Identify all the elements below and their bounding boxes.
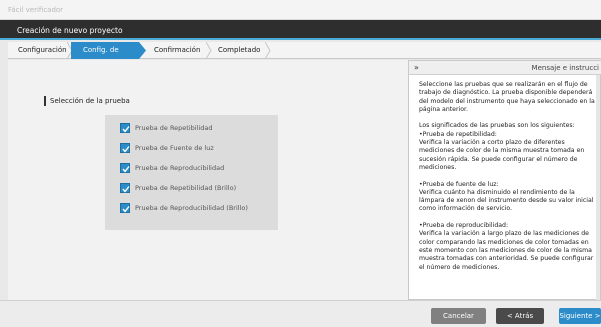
step-config-de-prueba[interactable]: Config. de prueba [71, 42, 139, 71]
checkbox[interactable] [120, 143, 130, 153]
window-title: Fácil verificador [8, 6, 64, 14]
step-label: Confirmación [154, 46, 201, 54]
tests-box: Prueba de Repetibilidad Prueba de Fuente… [105, 115, 278, 230]
section-label: Selección de la prueba [44, 96, 130, 106]
checkmark-icon [122, 146, 130, 153]
step-separator-icon [265, 42, 271, 59]
test-label: Prueba de Repetibilidad [135, 124, 213, 132]
checkbox[interactable] [120, 123, 130, 133]
message-panel-title: Mensaje e instrucci [531, 64, 599, 72]
wizard-steps: Configuración Config. de prueba Confirma… [8, 42, 601, 71]
message-paragraph: Seleccione las pruebas que se realizarán… [419, 81, 595, 113]
message-paragraph: •Prueba de reproducibilidad: Verifica la… [419, 222, 594, 271]
next-button[interactable]: Siguiente > [559, 308, 601, 324]
test-label: Prueba de Repetibilidad (Brillo) [135, 184, 237, 192]
back-button[interactable]: < Atrás [496, 308, 544, 324]
checkbox[interactable] [120, 163, 130, 173]
checkmark-icon [122, 206, 130, 213]
scrollbar[interactable] [596, 75, 600, 300]
test-label: Prueba de Reproducibilidad (Brillo) [135, 204, 248, 212]
step-configuracion[interactable]: Configuración [18, 42, 72, 59]
collapse-icon[interactable]: » [414, 63, 419, 72]
step-separator-icon [206, 42, 212, 59]
page-title: Creación de nuevo proyecto [17, 26, 123, 35]
step-active-arrow-icon [139, 42, 146, 59]
checkmark-icon [122, 126, 130, 133]
step-label: Completado [218, 46, 261, 54]
step-confirmacion[interactable]: Confirmación [154, 42, 208, 59]
checkmark-icon [122, 186, 130, 193]
message-paragraph: •Prueba de fuente de luz: Verifica cuánt… [419, 180, 594, 213]
cancel-button[interactable]: Cancelar [431, 308, 486, 324]
test-selection-panel: Selección de la prueba Prueba de Repetib… [8, 60, 408, 300]
message-paragraph: Los significados de las pruebas son los … [419, 122, 585, 171]
page-header: Creación de nuevo proyecto [0, 20, 601, 40]
message-panel: » Mensaje e instrucci Seleccione las pru… [408, 60, 601, 300]
checkmark-icon [122, 166, 130, 173]
step-label: Configuración [18, 46, 67, 54]
test-label: Prueba de Reproducibilidad [135, 164, 225, 172]
checkbox[interactable] [120, 203, 130, 213]
test-label: Prueba de Fuente de luz [135, 144, 214, 152]
message-panel-header: » Mensaje e instrucci [409, 61, 601, 75]
checkbox[interactable] [120, 183, 130, 193]
window-titlebar: Fácil verificador [0, 0, 601, 20]
footer-bar: Cancelar < Atrás Siguiente > [0, 300, 601, 327]
step-completado[interactable]: Completado [218, 42, 268, 59]
message-panel-body: Seleccione las pruebas que se realizarán… [419, 81, 596, 297]
